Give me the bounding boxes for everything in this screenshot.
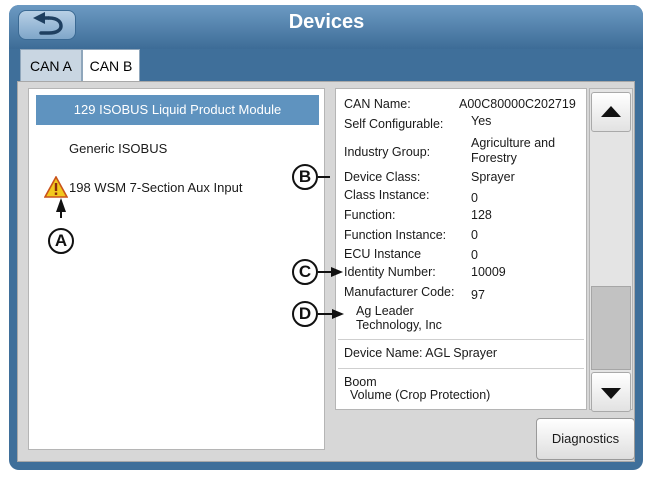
callout-d-pointer [332,309,344,319]
callout-c-pointer [331,267,343,277]
callout-d: D [292,301,318,327]
callout-c: C [292,259,318,285]
callout-a: A [48,228,74,254]
callout-a-pointer [56,198,66,212]
callout-leaders [56,176,344,319]
callout-b: B [292,164,318,190]
